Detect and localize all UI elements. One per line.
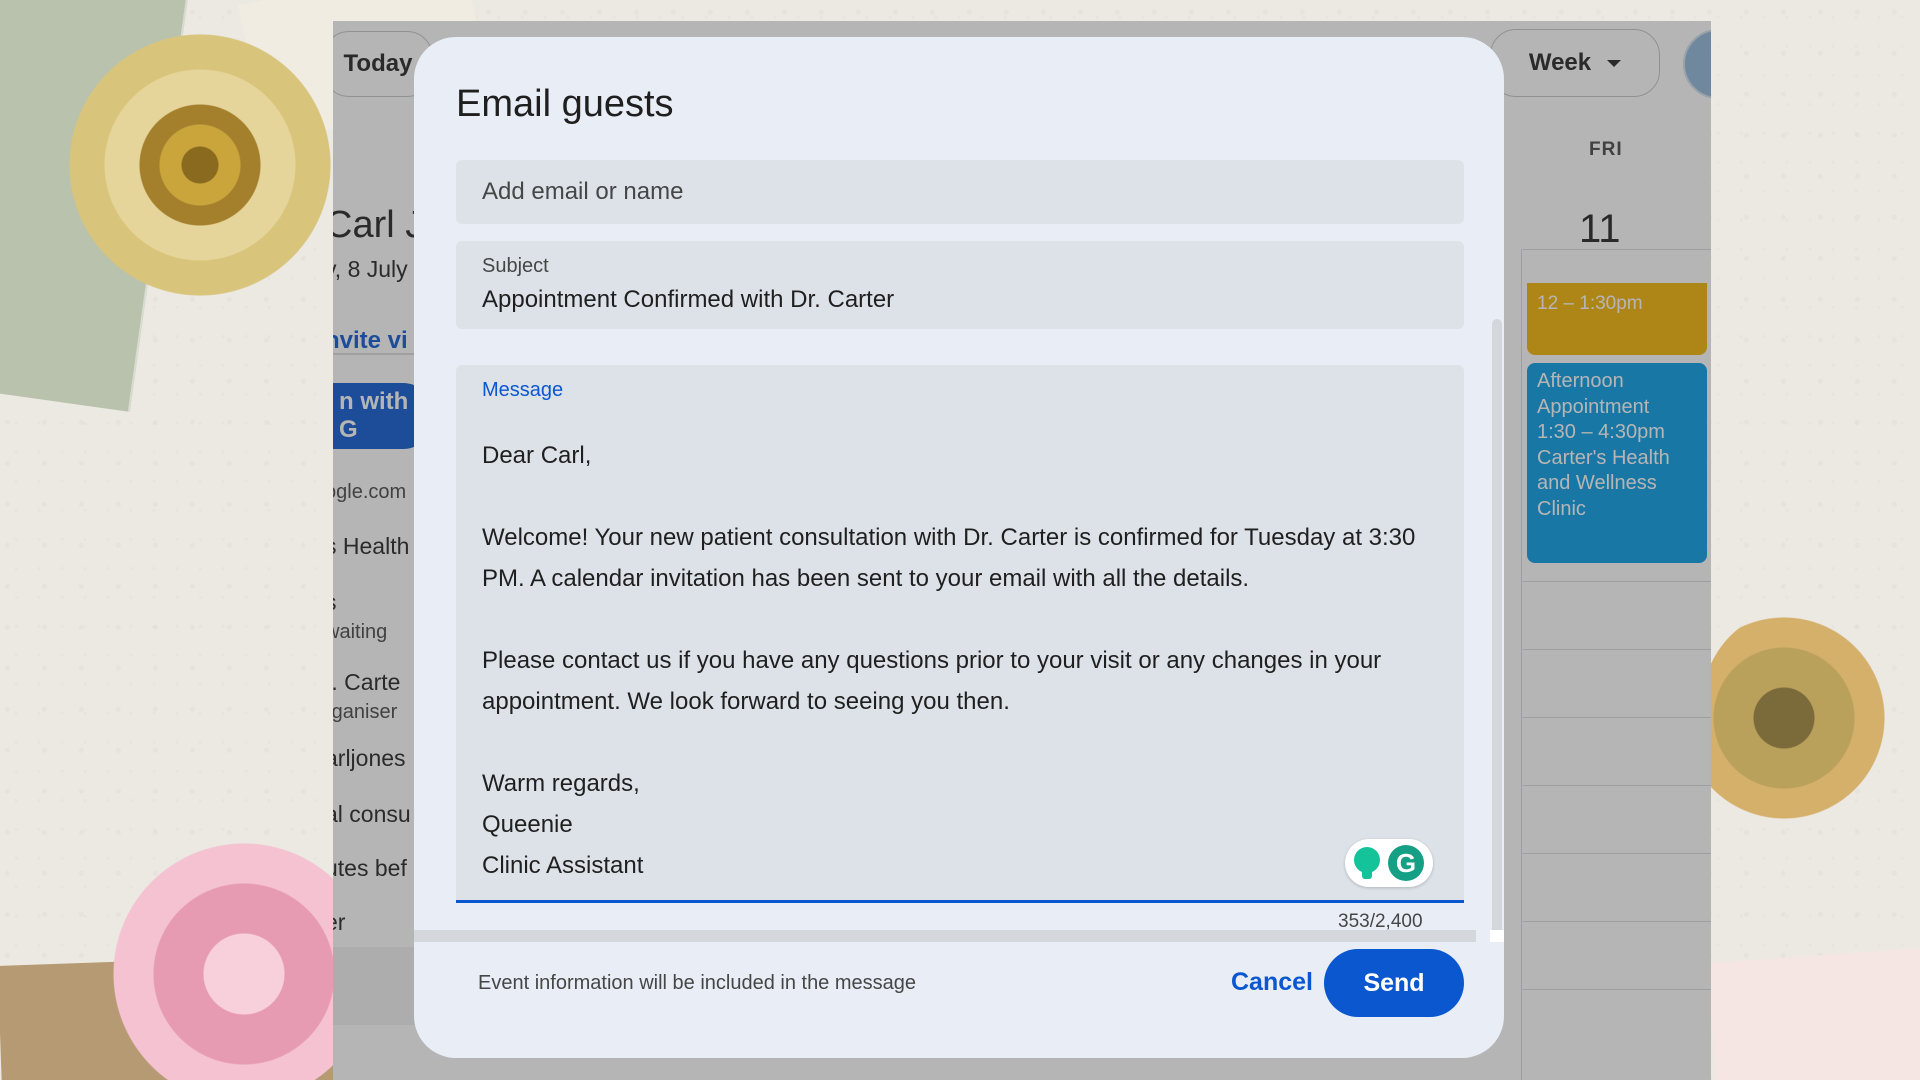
- horizontal-scrollbar[interactable]: [414, 930, 1476, 942]
- lightbulb-icon[interactable]: [1354, 847, 1380, 879]
- decorative-paper-scrap: [1707, 947, 1920, 1080]
- decorative-pressed-flower: [55, 20, 345, 310]
- message-line: Dear Carl,: [482, 442, 592, 469]
- recipients-field[interactable]: [456, 160, 1464, 224]
- scrollbar-corner: [1490, 930, 1504, 942]
- message-line: Queenie: [482, 811, 573, 838]
- email-guests-dialog: Email guests Subject Appointment Confirm…: [414, 37, 1504, 1058]
- message-line: Please contact us if you have any questi…: [482, 647, 1382, 674]
- cancel-button[interactable]: Cancel: [1210, 950, 1334, 1014]
- message-line: Clinic Assistant: [482, 852, 644, 879]
- message-textarea[interactable]: Dear Carl, Welcome! Your new patient con…: [482, 435, 1442, 886]
- subject-label: Subject: [482, 255, 549, 277]
- grammarly-widget[interactable]: G: [1345, 839, 1433, 887]
- subject-input[interactable]: Appointment Confirmed with Dr. Carter: [482, 286, 894, 314]
- send-button[interactable]: Send: [1324, 949, 1464, 1017]
- message-line: PM. A calendar invitation has been sent …: [482, 565, 1250, 592]
- message-line: Warm regards,: [482, 770, 640, 797]
- footer-note: Event information will be included in th…: [478, 972, 917, 994]
- subject-field[interactable]: Subject Appointment Confirmed with Dr. C…: [456, 241, 1464, 329]
- dialog-title: Email guests: [456, 83, 674, 125]
- grammarly-icon[interactable]: G: [1388, 845, 1424, 881]
- message-line: Welcome! Your new patient consultation w…: [482, 524, 1416, 551]
- character-counter: 353/2,400: [1338, 911, 1423, 931]
- message-line: appointment. We look forward to seeing y…: [482, 688, 1010, 715]
- message-label: Message: [482, 379, 564, 401]
- vertical-scrollbar[interactable]: [1492, 319, 1502, 939]
- message-field[interactable]: Message Dear Carl, Welcome! Your new pat…: [456, 365, 1464, 903]
- recipients-input[interactable]: [456, 160, 1464, 224]
